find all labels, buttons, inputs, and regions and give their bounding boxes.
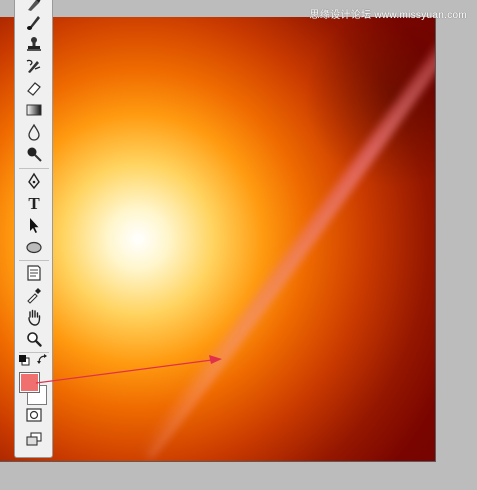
type-icon[interactable]: T	[22, 193, 46, 213]
hand-icon[interactable]	[22, 307, 46, 327]
tools-panel: T	[14, 0, 53, 458]
pen-icon[interactable]	[22, 171, 46, 191]
eraser-icon[interactable]	[22, 78, 46, 98]
document-canvas[interactable]	[0, 17, 436, 462]
path-selection-icon[interactable]	[22, 215, 46, 235]
screen-mode-icon[interactable]	[22, 429, 46, 449]
eyedropper-icon[interactable]	[22, 285, 46, 305]
svg-text:T: T	[28, 194, 40, 212]
foreground-color-swatch[interactable]	[19, 372, 40, 393]
toolbox-divider	[19, 260, 49, 261]
workspace: 思缘设计论坛 www.missyuan.com T	[0, 0, 477, 490]
watermark-text: 思缘设计论坛 www.missyuan.com	[309, 10, 467, 21]
notes-icon[interactable]	[22, 263, 46, 283]
gradient-icon[interactable]	[22, 100, 46, 120]
brush-icon[interactable]	[22, 12, 46, 32]
default-colors-icon[interactable]	[17, 353, 31, 367]
light-streak	[133, 47, 435, 461]
clone-stamp-icon[interactable]	[22, 34, 46, 54]
history-brush-alt-icon[interactable]	[22, 56, 46, 76]
zoom-icon[interactable]	[22, 329, 46, 349]
ellipse-shape-icon[interactable]	[22, 237, 46, 257]
dodge-icon[interactable]	[22, 144, 46, 164]
blur-icon[interactable]	[22, 122, 46, 142]
swap-colors-icon[interactable]	[36, 353, 50, 367]
quick-mask-icon[interactable]	[22, 405, 46, 425]
toolbox-divider	[19, 168, 49, 169]
